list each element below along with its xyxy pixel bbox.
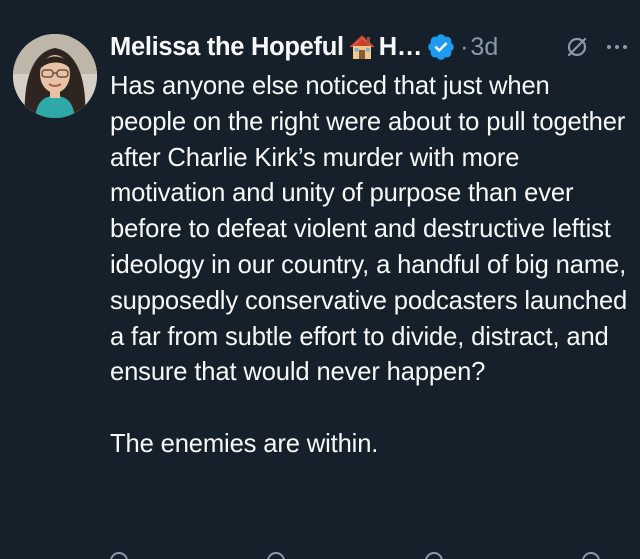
house-icon [347,32,377,62]
repost-icon[interactable] [267,552,286,559]
separator-dot: · [460,32,469,61]
post-text: Has anyone else noticed that just when p… [110,69,632,463]
grok-icon[interactable] [564,34,590,60]
display-name[interactable]: Melissa the Hopeful [110,33,344,62]
verified-badge-icon[interactable] [426,32,456,62]
post-content: Melissa the Hopeful H… · 3d Has anyone e… [110,29,632,463]
more-icon[interactable] [604,34,630,60]
views-icon[interactable] [581,552,600,559]
action-bar [110,552,640,559]
post-paragraph: The enemies are within. [110,429,379,458]
like-icon[interactable] [424,552,443,559]
avatar[interactable] [13,34,97,118]
post[interactable]: Melissa the Hopeful H… · 3d Has anyone e… [0,0,640,559]
display-name-truncation[interactable]: H… [379,33,423,62]
timestamp[interactable]: 3d [470,33,498,62]
reply-icon[interactable] [110,552,128,559]
post-header: Melissa the Hopeful H… · 3d [110,29,632,65]
post-paragraph: Has anyone else noticed that just when p… [110,72,628,387]
